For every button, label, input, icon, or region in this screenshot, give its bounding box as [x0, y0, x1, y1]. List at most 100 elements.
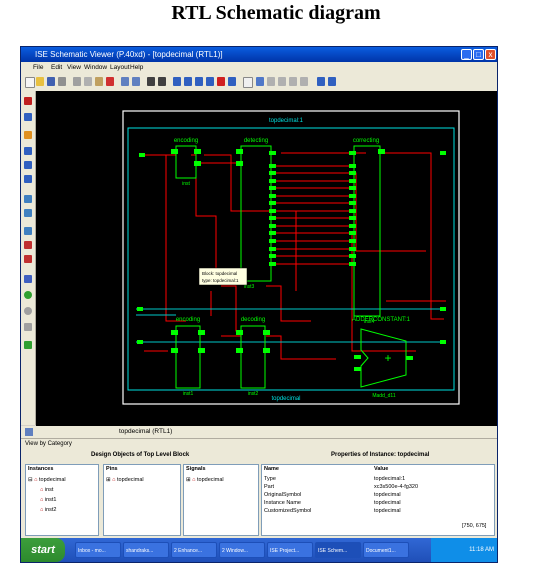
zoom-area-icon[interactable]: [195, 77, 203, 86]
save-icon[interactable]: [47, 77, 55, 86]
paste-icon[interactable]: [95, 77, 103, 86]
align-icon[interactable]: [278, 77, 286, 86]
taskbar-item[interactable]: 2 Window...: [219, 542, 265, 558]
mark-icon[interactable]: [24, 241, 32, 249]
pointer-icon[interactable]: [24, 97, 32, 105]
clock[interactable]: 11:18 AM: [469, 547, 494, 553]
menu-help[interactable]: Help: [130, 62, 143, 73]
list-icon[interactable]: [267, 77, 275, 86]
schematic-svg: topdecimal:1 topdecimal encoding inst de…: [122, 110, 460, 405]
new-file-icon[interactable]: [25, 77, 35, 88]
block-correcting-title: correcting: [353, 138, 379, 144]
taskbar-item[interactable]: ISE Project...: [267, 542, 313, 558]
menu-window[interactable]: Window: [84, 62, 107, 73]
port-markers: [137, 151, 446, 344]
prop-row-name: Type: [264, 476, 276, 482]
block-decoding-title: decoding: [241, 317, 265, 323]
toolbar: [21, 73, 497, 92]
signals-pane: Signals ⊞ ⌂ topdecimal: [183, 464, 259, 536]
zoom-fit-icon[interactable]: [206, 77, 214, 86]
settings-icon[interactable]: [24, 323, 32, 331]
trace-icon[interactable]: [24, 275, 32, 283]
taskbar-item[interactable]: Document1...: [363, 542, 409, 558]
help-icon[interactable]: [328, 77, 336, 86]
menu-edit[interactable]: Edit: [51, 62, 62, 73]
grid-icon[interactable]: [289, 77, 297, 86]
forward-icon[interactable]: [24, 161, 32, 169]
hierarchy-icon[interactable]: [24, 227, 32, 235]
adder-constant[interactable]: ADDERCONSTANT:1 + Madd_d11: [352, 317, 413, 399]
add-pin-icon[interactable]: [24, 195, 32, 203]
prop-row-name: OriginalSymbol: [264, 492, 302, 498]
back-icon[interactable]: [24, 175, 32, 183]
block-encoding-bottom-inst: inst1: [183, 391, 194, 397]
minimize-button[interactable]: _: [461, 49, 472, 60]
schematic-doc-icon: [25, 428, 33, 436]
maximize-button[interactable]: □: [473, 49, 484, 60]
schematic-canvas[interactable]: topdecimal:1 topdecimal encoding inst de…: [36, 91, 497, 426]
menu-file[interactable]: File: [33, 62, 43, 73]
close-button[interactable]: x: [485, 49, 496, 60]
taskbar-item[interactable]: Inbox - mo...: [75, 542, 121, 558]
remove-icon[interactable]: [24, 307, 32, 315]
zoom-out-icon[interactable]: [184, 77, 192, 86]
instances-header: Instances: [28, 466, 54, 472]
run-icon[interactable]: [24, 341, 32, 349]
instance-item[interactable]: ⊟ ⌂ topdecimal: [28, 477, 66, 483]
magnify-icon[interactable]: [317, 77, 325, 86]
menu-bar: File Edit View Window Layout Help: [21, 62, 497, 73]
block-decoding[interactable]: decoding inst2: [236, 317, 270, 397]
adder-title: ADDERCONSTANT:1: [352, 317, 411, 323]
instance-item[interactable]: ⌂ inst1: [40, 497, 56, 503]
copy-icon[interactable]: [84, 77, 92, 86]
undo-icon[interactable]: [121, 77, 129, 86]
document-tab-bar: topdecimal (RTL1): [21, 426, 497, 439]
select-icon[interactable]: [256, 77, 264, 86]
cut-icon[interactable]: [73, 77, 81, 86]
document-tab[interactable]: topdecimal (RTL1): [119, 426, 172, 438]
view-by-category[interactable]: View by Category: [25, 439, 72, 450]
expand-icon[interactable]: [24, 147, 32, 155]
windows-taskbar: start Inbox - mo... shandraks... 2 Enhan…: [21, 538, 497, 562]
block-encoding-bottom[interactable]: encoding inst1: [171, 317, 205, 397]
push-into-icon[interactable]: [217, 77, 225, 86]
instance-icon: ⌂: [40, 497, 44, 503]
window-titlebar[interactable]: ISE Schematic Viewer (P.40xd) - [topdeci…: [21, 47, 497, 62]
delete-icon[interactable]: [106, 77, 114, 86]
redo-icon[interactable]: [132, 77, 140, 86]
block-correcting[interactable]: correcting inst4: [349, 138, 385, 325]
prop-row-value[interactable]: topdecimal: [374, 500, 401, 506]
taskbar-item[interactable]: shandraks...: [123, 542, 169, 558]
unmark-icon[interactable]: [24, 255, 32, 263]
add-icon[interactable]: [24, 291, 32, 299]
bottom-panes: Design Objects of Top Level Block Proper…: [21, 450, 497, 538]
pan-icon[interactable]: [24, 131, 32, 139]
prop-row-value[interactable]: topdecimal:1: [374, 476, 405, 482]
start-button[interactable]: start: [21, 538, 65, 562]
instance-item[interactable]: ⌂ inst2: [40, 507, 56, 513]
block-detecting[interactable]: detecting inst3: [236, 138, 276, 290]
prop-row-value[interactable]: topdecimal: [374, 492, 401, 498]
open-folder-icon[interactable]: [36, 77, 44, 86]
properties-header: Properties of Instance: topdecimal: [331, 452, 430, 458]
properties-icon[interactable]: [300, 77, 308, 86]
pin-item[interactable]: ⊞ ⌂ topdecimal: [106, 477, 144, 483]
zoom-in-icon[interactable]: [173, 77, 181, 86]
pop-up-icon[interactable]: [228, 77, 236, 86]
signal-item[interactable]: ⊞ ⌂ topdecimal: [186, 477, 224, 483]
instance-item[interactable]: ⌂ inst: [40, 487, 53, 493]
instance-icon: ⌂: [112, 477, 116, 483]
taskbar-item-active[interactable]: ISE Schem...: [315, 542, 361, 558]
print-icon[interactable]: [58, 77, 66, 86]
find-icon[interactable]: [147, 77, 155, 86]
taskbar-item[interactable]: 2 Enhance...: [171, 542, 217, 558]
prop-row-value[interactable]: topdecimal: [374, 508, 401, 514]
fit-icon[interactable]: [24, 113, 32, 121]
add-net-icon[interactable]: [24, 209, 32, 217]
prop-row-value[interactable]: xc3s500e-4-fg320: [374, 484, 418, 490]
find-next-icon[interactable]: [158, 77, 166, 86]
signals-header: Signals: [186, 466, 206, 472]
menu-layout[interactable]: Layout: [110, 62, 130, 73]
page-icon[interactable]: [243, 77, 253, 88]
menu-view[interactable]: View: [67, 62, 81, 73]
